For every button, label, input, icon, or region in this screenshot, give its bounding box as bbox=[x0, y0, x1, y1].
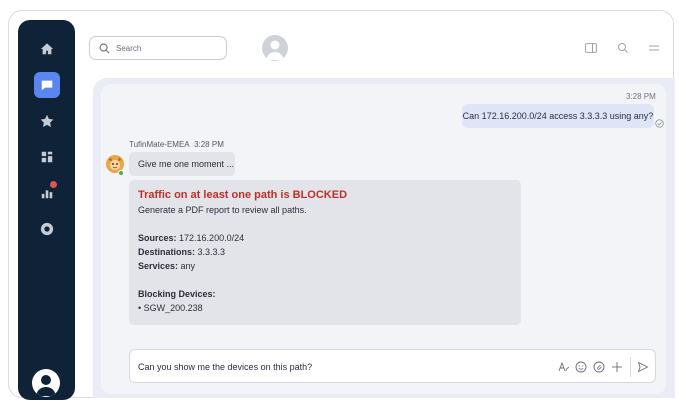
plus-icon[interactable] bbox=[611, 361, 623, 373]
bot-result-card: Traffic on at least one path is BLOCKED … bbox=[129, 180, 521, 325]
destinations-label: Destinations: bbox=[138, 247, 196, 257]
blocking-devices-label: Blocking Devices: bbox=[138, 289, 216, 299]
search-box[interactable] bbox=[89, 36, 227, 60]
composer-divider bbox=[630, 357, 631, 377]
destinations-row: Destinations: 3.3.3.3 bbox=[138, 245, 512, 259]
settings-icon[interactable] bbox=[34, 216, 60, 242]
dashboard-icon[interactable] bbox=[34, 144, 60, 170]
bot-online-status bbox=[118, 170, 124, 176]
user-message-bubble: Can 172.16.200.0/24 access 3.3.3.3 using… bbox=[462, 104, 654, 128]
user-avatar-icon[interactable] bbox=[32, 369, 60, 397]
bot-sender-line: TufinMate-EMEA 3:28 PM bbox=[129, 140, 224, 149]
search-icon bbox=[99, 43, 110, 53]
message-input[interactable] bbox=[138, 359, 538, 375]
sources-value: 172.16.200.0/24 bbox=[179, 233, 245, 243]
user-message-time: 3:28 PM bbox=[626, 92, 656, 101]
sources-label: Sources: bbox=[138, 233, 177, 243]
chat-icon[interactable] bbox=[34, 72, 60, 98]
services-label: Services: bbox=[138, 261, 179, 271]
delivered-check-icon bbox=[655, 119, 664, 128]
notification-badge bbox=[50, 181, 57, 188]
panel-toggle-icon[interactable] bbox=[585, 42, 597, 54]
bot-message-bubble: Give me one moment ... bbox=[129, 152, 235, 176]
chart-icon[interactable] bbox=[34, 180, 60, 206]
blocking-device-item: • SGW_200.238 bbox=[138, 303, 203, 313]
emoji-icon[interactable] bbox=[575, 361, 587, 373]
star-icon[interactable] bbox=[34, 108, 60, 134]
search-input[interactable] bbox=[116, 43, 216, 53]
profile-avatar-icon[interactable] bbox=[262, 35, 288, 61]
top-search-icon[interactable] bbox=[617, 42, 629, 54]
home-icon[interactable] bbox=[34, 36, 60, 62]
services-value: any bbox=[180, 261, 196, 271]
attach-icon[interactable] bbox=[593, 361, 605, 373]
sources-row: Sources: 172.16.200.0/24 bbox=[138, 231, 512, 245]
services-row: Services: any bbox=[138, 259, 512, 273]
destinations-value: 3.3.3.3 bbox=[197, 247, 226, 257]
bot-name: TufinMate-EMEA bbox=[129, 140, 190, 149]
report-hint: Generate a PDF report to review all path… bbox=[138, 205, 307, 215]
text-format-icon[interactable] bbox=[558, 361, 570, 373]
sidebar bbox=[18, 20, 75, 400]
blocked-status-title: Traffic on at least one path is BLOCKED bbox=[138, 189, 348, 201]
menu-icon[interactable] bbox=[648, 42, 660, 54]
bot-message-time: 3:28 PM bbox=[194, 140, 224, 149]
message-composer bbox=[129, 349, 656, 383]
send-icon[interactable] bbox=[637, 361, 649, 373]
